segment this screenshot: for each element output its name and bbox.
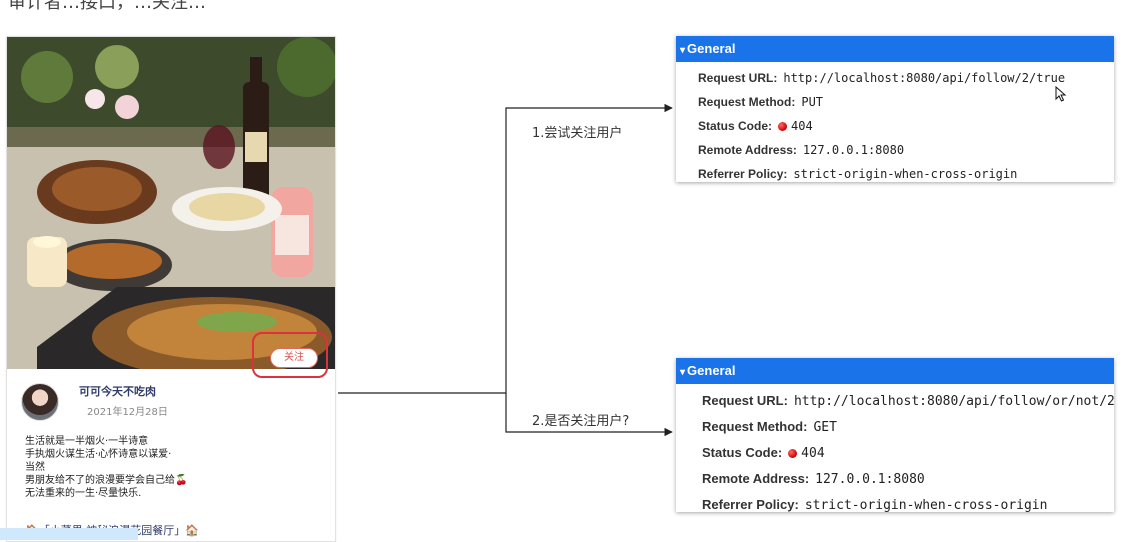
request-general-panel-get: ▾ General Request URL: http://localhost:80… — [676, 358, 1115, 513]
general-title: General — [687, 41, 736, 56]
arrow-to-put-request — [338, 103, 673, 394]
request-method-row: Request Method: PUT — [698, 90, 1114, 114]
remote-address-row: Remote Address: 127.0.0.1:8080 — [702, 466, 1114, 492]
request-method-key: Request Method: — [698, 95, 796, 109]
status-code-row: Status Code: 404 — [698, 114, 1114, 138]
status-code-row: Status Code: 404 — [702, 440, 1114, 466]
referrer-policy-key: Referrer Policy: — [702, 497, 799, 512]
remote-address-row: Remote Address: 127.0.0.1:8080 — [698, 138, 1114, 162]
request-url-value: http://localhost:8080/api/follow/or/not/… — [793, 394, 1115, 409]
status-code-key: Status Code: — [702, 445, 783, 460]
remote-address-value: 127.0.0.1:8080 — [802, 143, 905, 157]
request-url-key: Request URL: — [698, 71, 778, 85]
remote-address-key: Remote Address: — [702, 471, 810, 486]
collapse-caret-icon[interactable]: ▾ — [680, 45, 685, 56]
request-url-value: http://localhost:8080/api/follow/2/true — [783, 71, 1066, 85]
request-method-value: PUT — [801, 95, 824, 109]
status-code-key: Status Code: — [698, 119, 773, 133]
step-2-label: 2.是否关注用户? — [532, 414, 630, 429]
referrer-policy-row: Referrer Policy: strict-origin-when-cross… — [702, 492, 1114, 518]
request-method-key: Request Method: — [702, 419, 808, 434]
request-url-row: Request URL: http://localhost:8080/api/fo… — [698, 66, 1114, 90]
collapse-caret-icon[interactable]: ▾ — [680, 367, 685, 378]
referrer-policy-row: Referrer Policy: strict-origin-when-cross… — [698, 162, 1114, 186]
request-url-key: Request URL: — [702, 393, 788, 408]
request-method-value: GET — [813, 420, 837, 435]
status-code-value: 404 — [801, 446, 825, 461]
referrer-policy-value: strict-origin-when-cross-origin — [793, 167, 1018, 181]
remote-address-value: 127.0.0.1:8080 — [815, 472, 925, 487]
general-section-header[interactable]: ▾ General — [676, 36, 1114, 62]
status-code-value: 404 — [791, 119, 813, 133]
general-title: General — [687, 363, 736, 378]
mouse-pointer-icon — [1055, 86, 1067, 102]
step-1-label: 1.尝试关注用户 — [532, 126, 623, 141]
status-error-icon — [778, 122, 788, 131]
general-section-header[interactable]: ▾ General — [676, 358, 1114, 384]
referrer-policy-value: strict-origin-when-cross-origin — [804, 498, 1048, 513]
request-method-row: Request Method: GET — [702, 414, 1114, 440]
referrer-policy-key: Referrer Policy: — [698, 167, 788, 181]
status-error-icon — [788, 449, 798, 458]
request-general-panel-put: ▾ General Request URL: http://localhost:80… — [676, 36, 1114, 182]
remote-address-key: Remote Address: — [698, 143, 797, 157]
request-url-row: Request URL: http://localhost:8080/api/fo… — [702, 388, 1115, 414]
